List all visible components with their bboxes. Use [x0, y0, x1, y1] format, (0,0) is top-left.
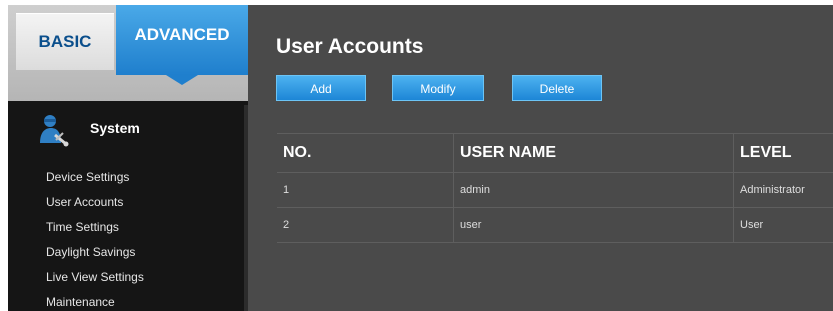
- cell-no: 2: [277, 208, 454, 242]
- cell-user-name: admin: [454, 173, 734, 207]
- sidebar-item-maintenance[interactable]: Maintenance: [8, 290, 248, 311]
- page-title: User Accounts: [276, 35, 424, 58]
- cell-level: Administrator: [740, 184, 805, 196]
- cell-user-name: user: [454, 208, 734, 242]
- table-row[interactable]: 1 admin Administrator: [277, 173, 833, 208]
- sidebar-section-title: System: [90, 120, 140, 136]
- app-window: BASIC ADVANCED System Device Settings Us…: [8, 5, 833, 311]
- tab-basic[interactable]: BASIC: [16, 13, 114, 70]
- tab-advanced[interactable]: ADVANCED: [116, 5, 248, 75]
- sidebar-item-daylight-savings[interactable]: Daylight Savings: [8, 240, 248, 265]
- table-row[interactable]: 2 user User: [277, 208, 833, 243]
- sidebar-item-live-view-settings[interactable]: Live View Settings: [8, 265, 248, 290]
- add-button[interactable]: Add: [276, 75, 366, 101]
- user-accounts-table: NO. USER NAME LEVEL 1 admin Administrato…: [277, 133, 833, 243]
- main-content: User Accounts Add Modify Delete NO. USER…: [248, 5, 833, 311]
- sidebar: BASIC ADVANCED System Device Settings Us…: [8, 5, 248, 311]
- modify-button[interactable]: Modify: [392, 75, 484, 101]
- tab-bar: BASIC ADVANCED: [8, 5, 248, 101]
- column-header-no[interactable]: NO.: [277, 134, 454, 172]
- technician-icon: [36, 113, 70, 147]
- active-tab-pointer: [166, 75, 198, 85]
- sidebar-section-system[interactable]: System: [8, 105, 248, 155]
- delete-button[interactable]: Delete: [512, 75, 602, 101]
- sidebar-menu: Device Settings User Accounts Time Setti…: [8, 165, 248, 311]
- cell-no: 1: [277, 173, 454, 207]
- column-header-user-name[interactable]: USER NAME: [454, 134, 734, 172]
- column-header-level[interactable]: LEVEL: [734, 134, 833, 172]
- sidebar-item-user-accounts[interactable]: User Accounts: [8, 190, 248, 215]
- cell-level: User: [740, 219, 764, 231]
- sidebar-item-device-settings[interactable]: Device Settings: [8, 165, 248, 190]
- sidebar-item-time-settings[interactable]: Time Settings: [8, 215, 248, 240]
- table-header: NO. USER NAME LEVEL: [277, 134, 833, 173]
